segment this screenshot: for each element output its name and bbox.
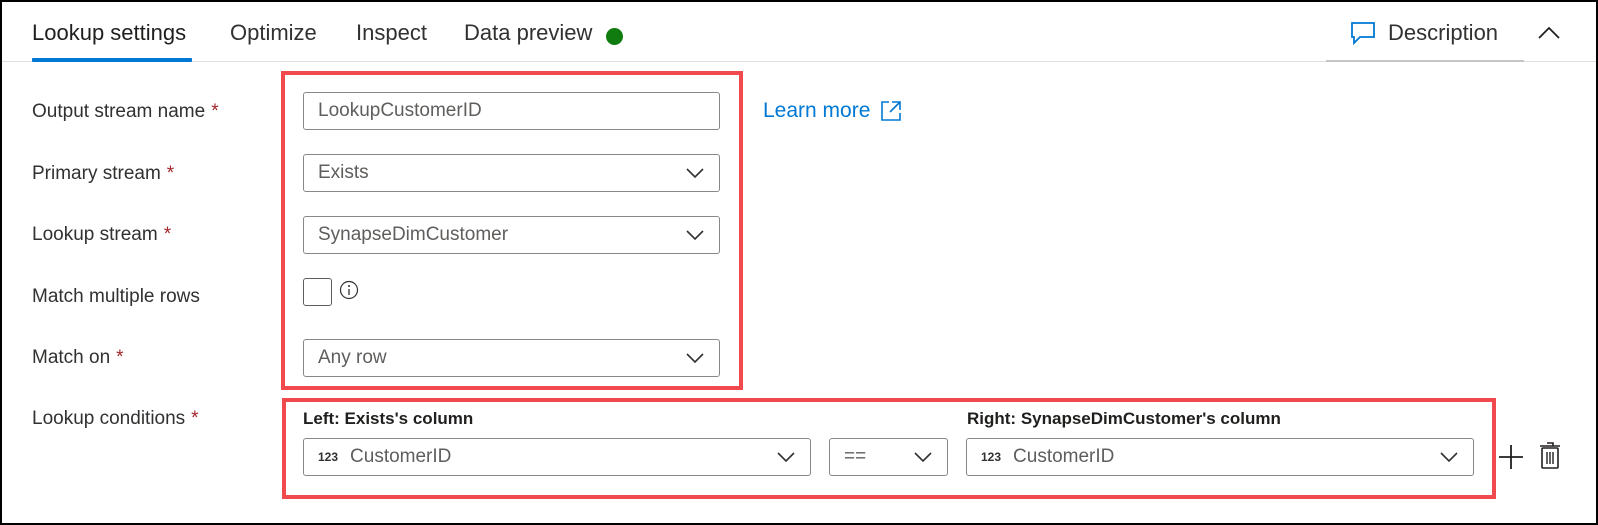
screenshot-frame (0, 0, 1598, 525)
